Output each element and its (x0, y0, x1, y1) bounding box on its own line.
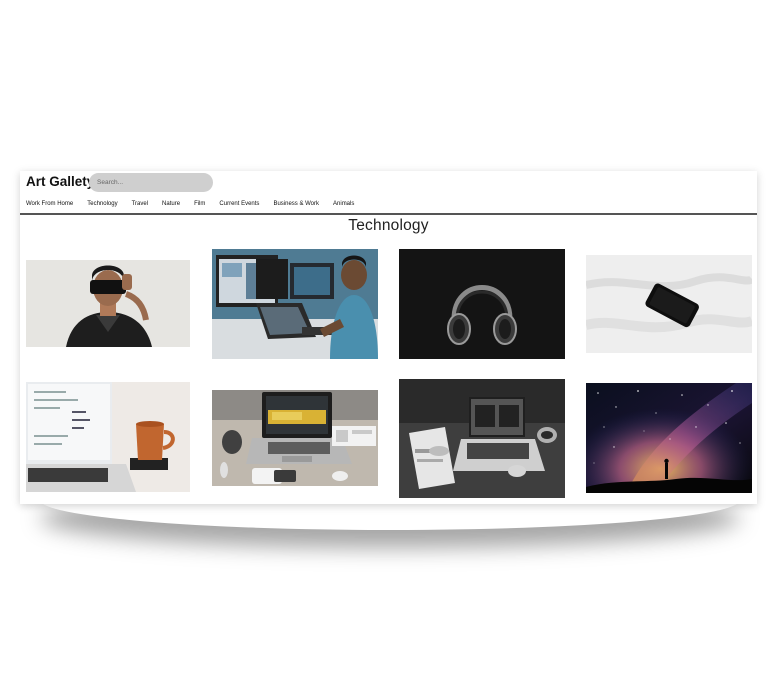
nav-item-business-work[interactable]: Business & Work (273, 201, 319, 207)
gallery-image-laptop-on-desk[interactable] (212, 390, 378, 486)
nav-item-film[interactable]: Film (194, 201, 205, 207)
nav-item-nature[interactable]: Nature (162, 201, 180, 207)
nav-item-animals[interactable]: Animals (333, 201, 354, 207)
gallery-image-headphones[interactable] (399, 249, 565, 359)
browser-page: Art Gallety Work From Home Technology Tr… (20, 171, 757, 504)
gallery-image-phone-on-sheet[interactable] (586, 255, 752, 353)
nav-item-technology[interactable]: Technology (87, 201, 117, 207)
page-title: Technology (348, 217, 429, 234)
gallery-image-milky-way[interactable] (586, 383, 752, 493)
gallery-image-laptop-clock-desk[interactable] (399, 379, 565, 498)
category-nav: Work From Home Technology Travel Nature … (26, 201, 368, 207)
nav-item-current-events[interactable]: Current Events (219, 201, 259, 207)
gallery-image-vr-headset[interactable] (26, 260, 190, 347)
site-brand[interactable]: Art Gallety (26, 174, 94, 189)
nav-item-travel[interactable]: Travel (132, 201, 148, 207)
gallery-image-laptop-and-mug[interactable] (26, 382, 190, 492)
gallery-image-desk-computer[interactable] (212, 249, 378, 359)
nav-item-work-from-home[interactable]: Work From Home (26, 201, 73, 207)
site-header: Art Gallety Work From Home Technology Tr… (20, 171, 757, 215)
search-input[interactable] (89, 173, 213, 192)
